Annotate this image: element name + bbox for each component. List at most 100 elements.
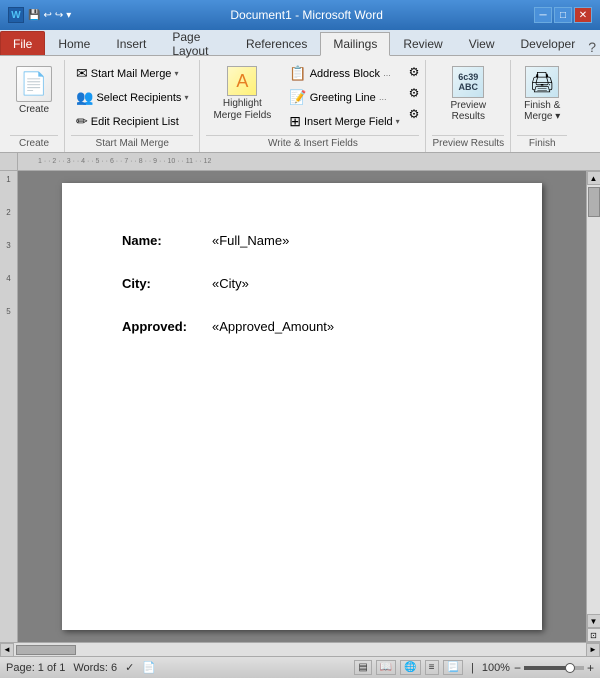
doc-field-name: Name: «Full_Name» bbox=[122, 233, 482, 248]
address-block-icon: 📋 bbox=[289, 65, 306, 82]
customize-qa-btn[interactable]: ▾ bbox=[66, 10, 71, 21]
doc-area[interactable]: Name: «Full_Name» City: «City» Approved:… bbox=[18, 171, 586, 642]
minimize-btn[interactable]: ─ bbox=[534, 7, 552, 23]
view-web-btn[interactable]: 🌐 bbox=[400, 660, 420, 675]
extra-icon-2[interactable]: ⚙ bbox=[409, 86, 420, 100]
scroll-down-btn[interactable]: ▼ bbox=[587, 614, 600, 628]
field-value-approved: «Approved_Amount» bbox=[212, 319, 334, 334]
tab-mailings[interactable]: Mailings bbox=[320, 32, 390, 56]
tab-review[interactable]: Review bbox=[390, 31, 455, 55]
highlight-merge-fields-button[interactable]: A HighlightMerge Fields bbox=[206, 62, 278, 126]
save-qa-btn[interactable]: 💾 bbox=[28, 10, 40, 21]
start-mail-merge-button[interactable]: ✉ Start Mail Merge ▾ bbox=[71, 62, 193, 85]
scroll-left-btn[interactable]: ◄ bbox=[0, 643, 14, 657]
horizontal-scrollbar: ◄ ► bbox=[0, 642, 600, 656]
create-group-label: Create bbox=[10, 135, 58, 152]
start-mail-merge-arrow: ▾ bbox=[174, 69, 178, 78]
zoom-handle[interactable] bbox=[565, 663, 575, 673]
tab-developer[interactable]: Developer bbox=[508, 31, 589, 55]
tab-home[interactable]: Home bbox=[45, 31, 103, 55]
status-bar: Page: 1 of 1 Words: 6 ✓ 📄 ▤ 📖 🌐 ≡ 📃 | 10… bbox=[0, 656, 600, 678]
create-button[interactable]: 📄 Create bbox=[10, 62, 58, 120]
extra-icon-3[interactable]: ⚙ bbox=[409, 107, 420, 121]
finish-merge-button[interactable]: 🖨 Finish &Merge ▾ bbox=[517, 62, 567, 126]
preview-icon: 6c39ABC bbox=[452, 66, 484, 98]
mail-merge-buttons: ✉ Start Mail Merge ▾ 👥 Select Recipients… bbox=[71, 62, 193, 133]
undo-qa-btn[interactable]: ↩ bbox=[43, 10, 51, 21]
zoom-level: 100% bbox=[482, 662, 510, 674]
tab-references[interactable]: References bbox=[233, 31, 320, 55]
scroll-thumb-h[interactable] bbox=[16, 645, 76, 655]
preview-results-button[interactable]: 6c39ABC PreviewResults bbox=[445, 62, 493, 126]
word-icon: W bbox=[8, 7, 24, 23]
vertical-ruler: 12345 bbox=[0, 171, 18, 642]
scroll-up-btn[interactable]: ▲ bbox=[587, 171, 600, 185]
zoom-out-btn[interactable]: − bbox=[514, 661, 521, 675]
address-block-button[interactable]: 📋 Address Block … bbox=[284, 62, 404, 85]
tab-view[interactable]: View bbox=[456, 31, 508, 55]
ribbon-group-write-insert: A HighlightMerge Fields 📋 Address Block … bbox=[200, 60, 426, 152]
address-block-label: Address Block bbox=[310, 68, 380, 80]
close-btn[interactable]: ✕ bbox=[574, 7, 592, 23]
start-mail-merge-label: Start Mail Merge bbox=[91, 68, 172, 80]
title-bar: W 💾 ↩ ↪ ▾ Document1 - Microsoft Word ─ □… bbox=[0, 0, 600, 30]
select-recipients-button[interactable]: 👥 Select Recipients ▾ bbox=[71, 86, 193, 109]
view-outline-btn[interactable]: ≡ bbox=[425, 660, 439, 675]
extra-icons-col: ⚙ ⚙ ⚙ bbox=[409, 62, 420, 124]
maximize-btn[interactable]: □ bbox=[554, 7, 572, 23]
spell-check-icon[interactable]: ✓ bbox=[125, 661, 134, 674]
highlight-icon: A bbox=[227, 66, 257, 96]
field-label-name: Name: bbox=[122, 233, 212, 248]
view-draft-btn[interactable]: 📃 bbox=[443, 660, 463, 675]
address-block-arrow: … bbox=[383, 69, 391, 78]
help-icon[interactable]: ? bbox=[588, 39, 596, 55]
redo-qa-btn[interactable]: ↪ bbox=[55, 10, 63, 21]
finish-icon: 🖨 bbox=[525, 66, 559, 98]
insert-fields-col: 📋 Address Block … 📝 Greeting Line … ⊞ In… bbox=[284, 62, 404, 133]
ruler-marks: 1 · · 2 · · 3 · · 4 · · 5 · · 6 · · 7 · … bbox=[38, 158, 580, 165]
field-label-approved: Approved: bbox=[122, 319, 212, 334]
insert-merge-arrow: ▾ bbox=[396, 117, 400, 126]
doc-field-approved: Approved: «Approved_Amount» bbox=[122, 319, 482, 334]
word-count: Words: 6 bbox=[73, 662, 117, 674]
highlight-label: HighlightMerge Fields bbox=[213, 98, 271, 122]
title-bar-left: W 💾 ↩ ↪ ▾ bbox=[8, 7, 79, 23]
view-normal-btn[interactable]: ▤ bbox=[354, 660, 371, 675]
edit-recipient-icon: ✏ bbox=[76, 113, 88, 130]
tab-file[interactable]: File bbox=[0, 31, 45, 55]
finish-buttons: 🖨 Finish &Merge ▾ bbox=[517, 62, 567, 133]
scroll-thumb-v[interactable] bbox=[588, 187, 600, 217]
zoom-slider-container: − + bbox=[514, 661, 594, 675]
view-reading-btn[interactable]: 📖 bbox=[376, 660, 396, 675]
finish-label: Finish &Merge ▾ bbox=[524, 100, 560, 122]
write-insert-group-label: Write & Insert Fields bbox=[206, 135, 419, 152]
mail-merge-group-label: Start Mail Merge bbox=[71, 135, 193, 152]
select-recipients-icon: 👥 bbox=[76, 89, 93, 106]
preview-buttons: 6c39ABC PreviewResults bbox=[445, 62, 493, 133]
greeting-line-icon: 📝 bbox=[289, 89, 306, 106]
ribbon: File Home Insert Page Layout References … bbox=[0, 30, 600, 153]
edit-recipient-list-button[interactable]: ✏ Edit Recipient List bbox=[71, 110, 193, 133]
vertical-scrollbar: ▲ ▼ ⊡ bbox=[586, 171, 600, 642]
track-changes-icon[interactable]: 📄 bbox=[142, 661, 156, 674]
zoom-slider[interactable] bbox=[524, 666, 584, 670]
preview-group-label: Preview Results bbox=[432, 135, 504, 152]
insert-merge-field-button[interactable]: ⊞ Insert Merge Field ▾ bbox=[284, 110, 404, 133]
tab-page-layout[interactable]: Page Layout bbox=[159, 31, 233, 55]
ribbon-content: 📄 Create Create ✉ Start Mail Merge ▾ 👥 bbox=[0, 56, 600, 152]
tab-insert[interactable]: Insert bbox=[103, 31, 159, 55]
scroll-right-btn[interactable]: ► bbox=[586, 643, 600, 657]
zoom-in-btn[interactable]: + bbox=[587, 661, 594, 675]
ribbon-group-mail-merge: ✉ Start Mail Merge ▾ 👥 Select Recipients… bbox=[65, 60, 200, 152]
window-controls: ─ □ ✕ bbox=[534, 7, 592, 23]
insert-merge-label: Insert Merge Field bbox=[304, 116, 393, 128]
zoom-fill bbox=[524, 666, 566, 670]
write-insert-buttons: A HighlightMerge Fields 📋 Address Block … bbox=[206, 62, 419, 133]
extra-icon-1[interactable]: ⚙ bbox=[409, 65, 420, 79]
scroll-corner[interactable]: ⊡ bbox=[587, 628, 600, 642]
mail-merge-col: ✉ Start Mail Merge ▾ 👥 Select Recipients… bbox=[71, 62, 193, 133]
ribbon-group-finish: 🖨 Finish &Merge ▾ Finish bbox=[511, 60, 573, 152]
greeting-line-button[interactable]: 📝 Greeting Line … bbox=[284, 86, 404, 109]
insert-merge-icon: ⊞ bbox=[289, 113, 301, 130]
preview-results-label: PreviewResults bbox=[451, 100, 487, 122]
